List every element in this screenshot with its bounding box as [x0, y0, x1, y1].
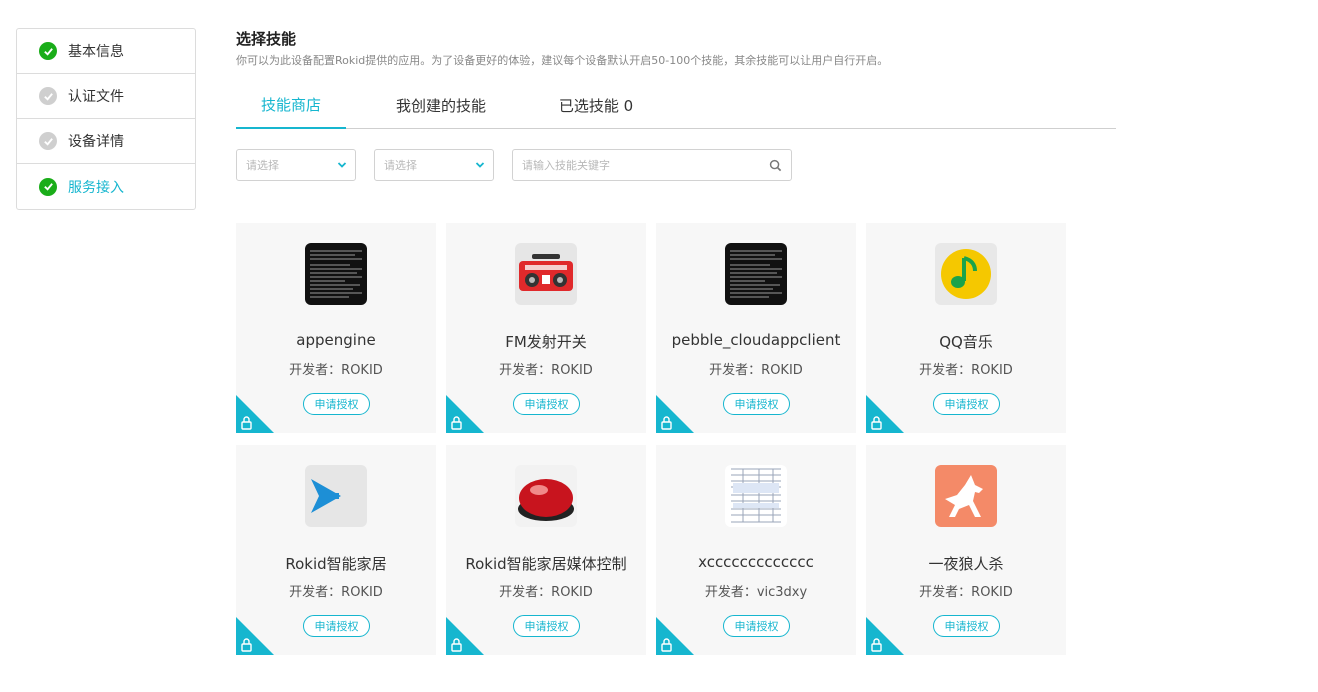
lock-icon [446, 395, 484, 433]
terminal-icon [725, 243, 787, 305]
skill-developer: 开发者：vic3dxy [704, 585, 808, 600]
skill-name: appengine [296, 331, 376, 349]
lock-icon [236, 395, 274, 433]
chevron-down-icon [337, 162, 347, 168]
step-label: 服务接入 [68, 179, 124, 196]
skill-card[interactable]: 一夜狼人杀 开发者：ROKID 申请授权 [866, 445, 1066, 655]
search-icon[interactable] [769, 159, 782, 172]
skill-card[interactable]: FM发射开关 开发者：ROKID 申请授权 [446, 223, 646, 433]
select-placeholder: 请选择 [384, 159, 417, 172]
skill-name: Rokid智能家居 [285, 555, 387, 573]
skill-name: FM发射开关 [505, 333, 587, 351]
skill-tabs: 技能商店 我创建的技能 已选技能 0 [236, 82, 1116, 129]
check-circle-icon [39, 177, 57, 196]
skill-developer: 开发者：ROKID [709, 363, 803, 378]
skill-card[interactable]: Rokid智能家居媒体控制 开发者：ROKID 申请授权 [446, 445, 646, 655]
step-label: 设备详情 [68, 134, 124, 150]
skill-name: xccccccccccccc [698, 553, 814, 571]
type-select[interactable]: 请选择 [374, 149, 494, 181]
lock-icon [656, 395, 694, 433]
skill-name: QQ音乐 [939, 333, 993, 351]
skill-card[interactable]: Rokid智能家居 开发者：ROKID 申请授权 [236, 445, 436, 655]
tab-skill-store[interactable]: 技能商店 [236, 82, 346, 129]
request-auth-button[interactable]: 申请授权 [933, 393, 1000, 415]
check-circle-icon [39, 132, 57, 150]
check-circle-icon [39, 87, 57, 105]
step-label: 认证文件 [68, 89, 124, 105]
request-auth-button[interactable]: 申请授权 [723, 393, 790, 415]
skill-card[interactable]: xccccccccccccc 开发者：vic3dxy 申请授权 [656, 445, 856, 655]
lock-icon [866, 617, 904, 655]
page-title: 选择技能 [236, 30, 297, 48]
request-auth-button[interactable]: 申请授权 [303, 615, 370, 637]
arrow-icon [305, 465, 367, 527]
skill-search-input[interactable] [513, 150, 753, 180]
skill-name: 一夜狼人杀 [928, 555, 1004, 573]
skill-name: Rokid智能家居媒体控制 [465, 555, 627, 573]
lock-icon [236, 617, 274, 655]
request-auth-button[interactable]: 申请授权 [513, 615, 580, 637]
request-auth-button[interactable]: 申请授权 [933, 615, 1000, 637]
skill-developer: 开发者：ROKID [289, 585, 383, 600]
skill-search-box [512, 149, 792, 181]
terminal-icon [305, 243, 367, 305]
skill-name: pebble_cloudappclient [671, 331, 841, 349]
skill-card[interactable]: pebble_cloudappclient 开发者：ROKID 申请授权 [656, 223, 856, 433]
check-circle-icon [39, 42, 57, 60]
tab-selected-skills[interactable]: 已选技能 0 [536, 82, 656, 129]
document-icon [725, 465, 787, 527]
step-label: 基本信息 [68, 44, 124, 60]
lock-icon [866, 395, 904, 433]
request-auth-button[interactable]: 申请授权 [513, 393, 580, 415]
page-subtitle: 你可以为此设备配置Rokid提供的应用。为了设备更好的体验，建议每个设备默认开启… [236, 54, 889, 67]
skill-card[interactable]: QQ音乐 开发者：ROKID 申请授权 [866, 223, 1066, 433]
skill-card[interactable]: appengine 开发者：ROKID 申请授权 [236, 223, 436, 433]
skill-developer: 开发者：ROKID [499, 363, 593, 378]
select-placeholder: 请选择 [246, 159, 279, 172]
qq-music-icon [935, 243, 997, 305]
step-list: 基本信息 认证文件 设备详情 服务接入 [16, 28, 196, 210]
request-auth-button[interactable]: 申请授权 [723, 615, 790, 637]
category-select[interactable]: 请选择 [236, 149, 356, 181]
step-service-access[interactable]: 服务接入 [17, 164, 195, 209]
radio-icon [515, 243, 577, 305]
lock-icon [446, 617, 484, 655]
chevron-down-icon [475, 162, 485, 168]
wolf-icon [935, 465, 997, 527]
skill-developer: 开发者：ROKID [499, 585, 593, 600]
skill-developer: 开发者：ROKID [919, 585, 1013, 600]
request-auth-button[interactable]: 申请授权 [303, 393, 370, 415]
red-ball-icon [515, 465, 577, 527]
lock-icon [656, 617, 694, 655]
step-auth-files[interactable]: 认证文件 [17, 74, 195, 119]
skill-developer: 开发者：ROKID [289, 363, 383, 378]
step-device-details[interactable]: 设备详情 [17, 119, 195, 164]
step-basic-info[interactable]: 基本信息 [17, 29, 195, 74]
tab-my-skills[interactable]: 我创建的技能 [376, 82, 506, 129]
skill-developer: 开发者：ROKID [919, 363, 1013, 378]
